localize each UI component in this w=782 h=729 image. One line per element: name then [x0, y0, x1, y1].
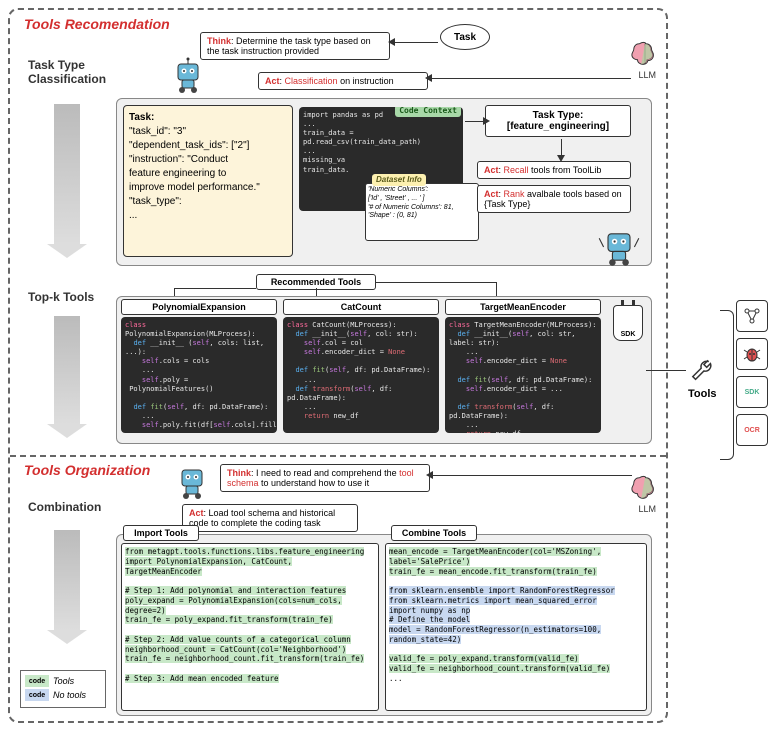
- act-rank-bubble: Act: Rank avalbale tools based on {Task …: [477, 185, 631, 213]
- diagram-container: Tools Recomendation Task LLM Think: Dete…: [8, 8, 668, 723]
- header-recommendation: Tools Recomendation: [24, 16, 170, 32]
- bug-icon: [736, 338, 768, 370]
- combine-tools-panel: mean_encode = TargetMeanEncoder(col='MSZ…: [385, 543, 647, 711]
- code-context-badge: Code Context: [395, 107, 461, 117]
- act-load-bubble: Act: Load tool schema and historical cod…: [182, 504, 358, 532]
- arrow-head: [388, 38, 395, 46]
- graph-icon: [736, 300, 768, 332]
- label-topk: Top-k Tools: [28, 290, 94, 304]
- tool-card-3: TargetMeanEncoder class TargetMeanEncode…: [445, 299, 601, 433]
- flow-arrow-3: [54, 530, 80, 630]
- sdk-plug-icon: SDK: [613, 305, 643, 341]
- legend-swatch-green: code: [25, 675, 49, 687]
- classification-panel: Task: "task_id": "3" "dependent_task_ids…: [116, 98, 652, 266]
- connector: [431, 78, 631, 79]
- connector: [394, 42, 438, 43]
- right-tool-icons: SDK OCR: [736, 300, 772, 452]
- robot-icon-1: [168, 56, 208, 96]
- llm-label-2: LLM: [638, 504, 656, 514]
- divider: [10, 455, 666, 457]
- wrench-icon: [690, 358, 716, 384]
- connector: [465, 121, 485, 122]
- robot-icon-2: [597, 225, 641, 269]
- tools-panel: PolynomialExpansion class PolynomialExpa…: [116, 296, 652, 444]
- ds-line: 'Numeric Columns':: [368, 186, 476, 195]
- arrow-head: [425, 74, 432, 82]
- connector: [376, 282, 496, 283]
- ds-line: 'Shape' : (0, 81): [368, 212, 476, 221]
- code-line: ...: [303, 120, 459, 129]
- task-cloud: Task: [440, 24, 490, 50]
- think-body: : Determine the task type based on the t…: [207, 36, 371, 56]
- tool-card-1: PolynomialExpansion class PolynomialExpa…: [121, 299, 277, 433]
- task-line: feature engineering to: [129, 167, 287, 181]
- task-type-title: Task Type:: [494, 110, 622, 121]
- code-line: ...: [303, 147, 459, 156]
- llm-label-1: LLM: [638, 70, 656, 80]
- connector: [174, 288, 256, 289]
- combination-panel: Import Tools Combine Tools from metagpt.…: [116, 534, 652, 716]
- tool-title-2: CatCount: [283, 299, 439, 315]
- label-combination: Combination: [28, 500, 101, 514]
- act-bubble-1: Act: Classification on instruction: [258, 72, 428, 90]
- tool-title-3: TargetMeanEncoder: [445, 299, 601, 315]
- code-line: train_data =: [303, 129, 459, 138]
- tool-title-1: PolynomialExpansion: [121, 299, 277, 315]
- dataset-info-badge: Dataset Info: [372, 174, 426, 186]
- header-organization: Tools Organization: [24, 462, 150, 478]
- act-recall-bubble: Act: Recall tools from ToolLib: [477, 161, 631, 179]
- flow-arrow-2: [54, 316, 80, 424]
- legend: code Tools code No tools: [20, 670, 106, 708]
- code-line: pd.read_csv(train_data_path): [303, 138, 459, 147]
- task-line: improve model performance.": [129, 181, 287, 195]
- task-line: "task_id": "3": [129, 125, 287, 139]
- flow-arrow-1: [54, 104, 80, 244]
- ds-line: '# of Numeric Columns': 81,: [368, 204, 476, 213]
- task-panel: Task: "task_id": "3" "dependent_task_ids…: [123, 105, 293, 257]
- think-bubble-1: Think: Determine the task type based on …: [200, 32, 390, 60]
- task-type-box: Task Type: [feature_engineering]: [485, 105, 631, 137]
- task-line: "instruction": "Conduct: [129, 153, 287, 167]
- ds-line: ['Id' , 'Street' , ... ' ]: [368, 195, 476, 204]
- arrow-head: [426, 471, 433, 479]
- task-type-value: [feature_engineering]: [494, 121, 622, 132]
- robot-icon-3: [172, 462, 212, 502]
- label-task-type-cls: Task Type Classification: [28, 58, 106, 86]
- code-line: missing_va: [303, 156, 459, 165]
- brain-icon: [630, 40, 660, 70]
- legend-row-notools: code No tools: [25, 689, 101, 701]
- import-tools-panel: from metagpt.tools.functions.libs.featur…: [121, 543, 379, 711]
- ocr-icon: OCR: [736, 414, 768, 446]
- sdk-icon: SDK: [736, 376, 768, 408]
- brain-icon-2: [630, 474, 660, 504]
- think-kw: Think: [207, 36, 231, 46]
- tool-code-2: class CatCount(MLProcess): def __init__(…: [283, 317, 439, 433]
- tool-code-3: class TargetMeanEncoder(MLProcess): def …: [445, 317, 601, 433]
- tool-code-1: class PolynomialExpansion(MLProcess): de…: [121, 317, 277, 433]
- tool-card-2: CatCount class CatCount(MLProcess): def …: [283, 299, 439, 433]
- think-bubble-2: Think: I need to read and comprehend the…: [220, 464, 430, 492]
- task-line: "dependent_task_ids": ["2"]: [129, 139, 287, 153]
- legend-row-tools: code Tools: [25, 675, 101, 687]
- legend-text-tools: Tools: [53, 676, 74, 686]
- import-tools-title: Import Tools: [123, 525, 199, 541]
- task-label: Task:: [129, 111, 287, 125]
- legend-text-notools: No tools: [53, 690, 86, 700]
- task-line: ...: [129, 209, 287, 223]
- task-line: "task_type":: [129, 195, 287, 209]
- legend-swatch-blue: code: [25, 689, 49, 701]
- dataset-info-box: Dataset Info 'Numeric Columns': ['Id' , …: [365, 183, 479, 241]
- bracket: [720, 310, 734, 460]
- connector: [646, 370, 686, 371]
- tools-label: Tools: [688, 388, 717, 400]
- connector: [432, 475, 632, 476]
- combine-tools-title: Combine Tools: [391, 525, 477, 541]
- arrow-head: [483, 117, 490, 125]
